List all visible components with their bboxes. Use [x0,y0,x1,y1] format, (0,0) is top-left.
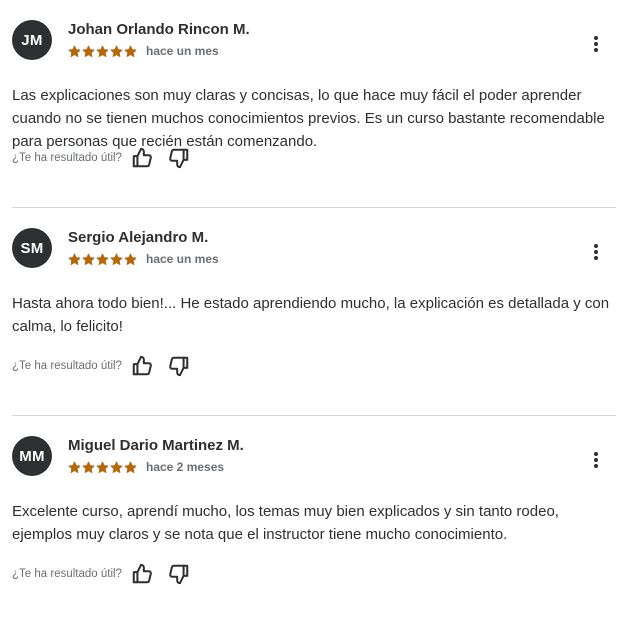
star-icon [124,253,137,266]
review-text: Las explicaciones son muy claras y conci… [12,87,605,150]
review-time: hace un mes [146,252,219,266]
star-rating [68,461,137,474]
star-rating [68,45,137,58]
star-icon [110,253,123,266]
helpful-no-button[interactable] [165,354,193,378]
helpful-yes-button[interactable] [128,146,156,170]
helpful-row: ¿Te ha resultado útil? [12,354,193,378]
star-icon [124,45,137,58]
star-icon [68,45,81,58]
star-icon [68,253,81,266]
more-vertical-icon [594,244,598,260]
star-icon [110,45,123,58]
helpful-no-button[interactable] [165,562,193,586]
helpful-no-button[interactable] [165,146,193,170]
thumbs-up-icon [132,355,152,376]
review-item: SM Sergio Alejandro M. hace un mes Hasta… [12,208,616,416]
star-icon [96,45,109,58]
helpful-row: ¿Te ha resultado útil? [12,562,193,586]
more-vertical-icon [594,452,598,468]
thumbs-down-icon [169,564,189,585]
avatar: MM [12,436,52,476]
more-vertical-icon [594,36,598,52]
star-rating [68,253,137,266]
reviewer-name: Johan Orlando Rincon M. [68,21,250,38]
star-icon [96,253,109,266]
star-icon [82,45,95,58]
helpful-label: ¿Te ha resultado útil? [12,360,122,372]
avatar: SM [12,228,52,268]
helpful-yes-button[interactable] [128,354,156,378]
review-time: hace 2 meses [146,460,225,474]
review-options-button[interactable] [586,32,606,56]
review-meta: hace un mes [68,43,219,59]
reviewer-name: Sergio Alejandro M. [68,229,209,246]
review-item: JM Johan Orlando Rincon M. hace un mes L… [12,0,616,208]
star-icon [82,461,95,474]
helpful-row: ¿Te ha resultado útil? [12,146,193,170]
review-meta: hace 2 meses [68,459,224,475]
thumbs-up-icon [132,147,152,168]
thumbs-down-icon [169,356,189,377]
reviewer-name: Miguel Dario Martinez M. [68,437,244,454]
review-options-button[interactable] [586,240,606,264]
review-options-button[interactable] [586,448,606,472]
star-icon [124,461,137,474]
review-meta: hace un mes [68,251,219,267]
helpful-label: ¿Te ha resultado útil? [12,568,122,580]
review-text: Excelente curso, aprendí mucho, los tema… [12,503,559,543]
review-item: MM Miguel Dario Martinez M. hace 2 meses… [12,416,616,624]
star-icon [68,461,81,474]
review-list: JM Johan Orlando Rincon M. hace un mes L… [0,0,618,624]
thumbs-down-icon [169,148,189,169]
avatar: JM [12,20,52,60]
thumbs-up-icon [132,563,152,584]
helpful-yes-button[interactable] [128,562,156,586]
review-time: hace un mes [146,44,219,58]
star-icon [110,461,123,474]
review-text: Hasta ahora todo bien!... He estado apre… [12,295,610,335]
star-icon [96,461,109,474]
star-icon [82,253,95,266]
helpful-label: ¿Te ha resultado útil? [12,152,122,164]
